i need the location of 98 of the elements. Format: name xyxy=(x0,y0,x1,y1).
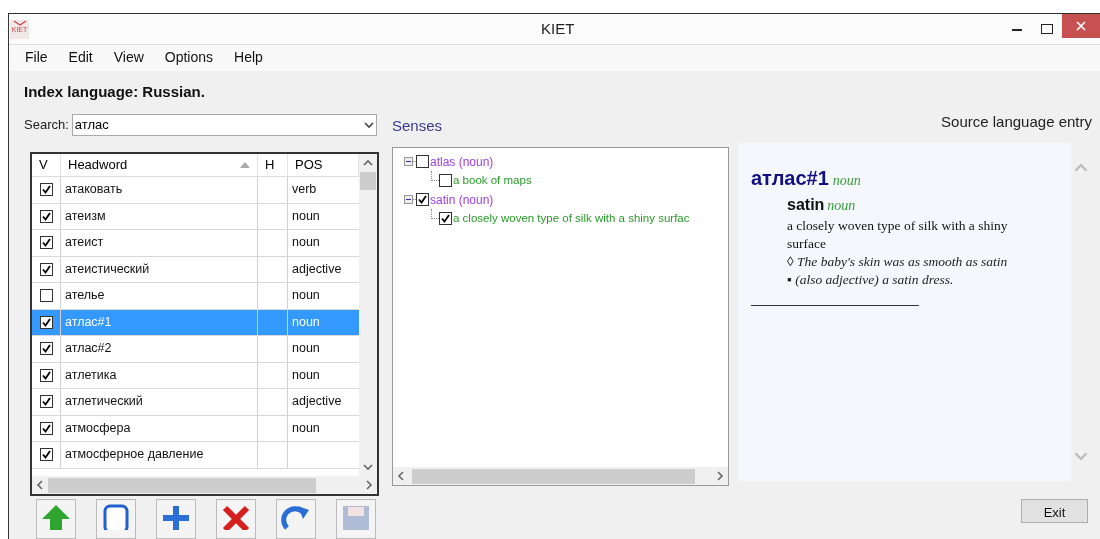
menu-item[interactable]: Help xyxy=(234,47,263,69)
scroll-up-icon[interactable] xyxy=(363,158,373,168)
toolbar-button[interactable] xyxy=(216,499,256,539)
menu-item[interactable]: View xyxy=(113,47,144,69)
checkbox[interactable] xyxy=(416,193,429,206)
checkbox[interactable] xyxy=(39,448,53,462)
column-header[interactable]: Headword xyxy=(61,154,258,176)
checkbox[interactable] xyxy=(39,368,53,382)
scroll-left-icon[interactable] xyxy=(35,480,45,490)
part-of-speech: noun xyxy=(827,197,856,215)
grid-row[interactable]: атлас#2 noun xyxy=(32,336,359,363)
checkbox[interactable] xyxy=(439,174,452,187)
source-entry-label: Source language entry xyxy=(941,111,1092,132)
senses-label: Senses xyxy=(392,115,444,136)
collapse-toggle-icon[interactable] xyxy=(404,195,413,204)
checkbox[interactable] xyxy=(39,209,53,223)
checkbox[interactable] xyxy=(439,212,452,225)
tree-item[interactable]: a closely woven type of silk with a shiny surfac xyxy=(453,209,690,228)
sort-arrow-icon xyxy=(240,162,250,168)
scroll-thumb[interactable] xyxy=(360,172,376,190)
example-text: ◊ The baby's skin was as smooth as satin ▪ (also adjective) a satin dress. xyxy=(787,253,1009,289)
grid-row[interactable]: атеизм noun xyxy=(32,203,359,230)
search-field[interactable]: атлас xyxy=(71,114,377,136)
table-cell-text: noun xyxy=(292,313,320,331)
window-title: KIET xyxy=(541,18,575,39)
grid-row[interactable]: атлетический adjective xyxy=(32,389,359,416)
maximize-icon xyxy=(1041,24,1053,35)
dropdown-caret-icon[interactable] xyxy=(363,120,374,130)
table-cell-text: noun xyxy=(292,207,320,225)
definition-text: a closely woven type of silk with a shiny surface xyxy=(787,217,1009,253)
tree-item[interactable]: atlas (noun) xyxy=(430,152,494,171)
checkbox[interactable] xyxy=(39,421,53,435)
collapse-toggle-icon[interactable] xyxy=(404,157,413,166)
checkbox[interactable] xyxy=(39,236,53,250)
cross-icon xyxy=(221,504,251,530)
table-cell-text: adjective xyxy=(292,260,342,278)
close-icon xyxy=(1076,21,1086,31)
table-cell-text: атаковать xyxy=(65,181,123,199)
checkbox[interactable] xyxy=(39,183,53,197)
scroll-right-icon[interactable] xyxy=(364,480,374,490)
minimize-icon xyxy=(1012,27,1022,31)
horizontal-scrollbar[interactable] xyxy=(393,467,728,485)
redo-icon xyxy=(281,504,311,530)
table-cell-text: атеистический xyxy=(65,260,150,278)
table-cell-text: атеизм xyxy=(65,207,106,225)
table-cell-text: noun xyxy=(292,234,320,252)
grid-row[interactable]: ателье noun xyxy=(32,283,359,310)
tree-item[interactable]: satin (noun) xyxy=(430,190,494,209)
table-cell-text: атлетика xyxy=(65,366,117,384)
grid-row[interactable]: атлетика noun xyxy=(32,362,359,389)
scroll-thumb[interactable] xyxy=(412,468,695,484)
checkbox[interactable] xyxy=(39,342,53,356)
scroll-left-icon[interactable] xyxy=(396,471,406,481)
entry-headword: атлас#1 xyxy=(751,166,829,191)
table-cell-text: атмосферное давление xyxy=(65,446,204,464)
sense-word: satin xyxy=(787,195,825,215)
part-of-speech: noun xyxy=(832,172,861,190)
index-language-label: Index language: Russian. xyxy=(24,81,206,102)
table-cell-text: verb xyxy=(292,181,317,199)
grid-row[interactable]: атеист noun xyxy=(32,230,359,257)
grid-row[interactable]: атмосферное давление xyxy=(32,442,359,469)
page-icon xyxy=(101,504,131,530)
column-header[interactable]: H xyxy=(258,154,288,176)
exit-button[interactable]: Exit xyxy=(1021,499,1088,523)
table-cell-text: noun xyxy=(292,419,320,437)
menu-item[interactable]: Edit xyxy=(68,47,93,69)
scroll-right-icon[interactable] xyxy=(715,471,725,481)
tree-item[interactable]: a book of maps xyxy=(453,171,532,190)
grid-row[interactable]: атеистический adjective xyxy=(32,256,359,283)
table-cell-text: атлетический xyxy=(65,393,143,411)
checkbox[interactable] xyxy=(39,315,53,329)
column-header[interactable]: V xyxy=(32,154,61,176)
grid-row[interactable]: атмосфера noun xyxy=(32,415,359,442)
table-cell-text: noun xyxy=(292,340,320,358)
table-cell-text: атеист xyxy=(65,234,104,252)
up-arrow-icon xyxy=(41,504,71,530)
toolbar-button[interactable] xyxy=(96,499,136,539)
search-label: Search: xyxy=(24,116,69,135)
table-cell-text: атлас#2 xyxy=(65,340,112,358)
table-cell-text: атлас#1 xyxy=(65,313,112,331)
table-cell-text: noun xyxy=(292,287,320,305)
menu-item[interactable]: Options xyxy=(164,47,214,69)
toolbar-button[interactable] xyxy=(156,499,196,539)
table-cell-text: noun xyxy=(292,366,320,384)
checkbox[interactable] xyxy=(39,395,53,409)
toolbar-button[interactable] xyxy=(276,499,316,539)
table-cell-text: adjective xyxy=(292,393,342,411)
scroll-thumb[interactable] xyxy=(48,477,316,493)
checkbox[interactable] xyxy=(39,262,53,276)
scroll-down-icon[interactable] xyxy=(363,462,373,472)
table-cell-text: атмосфера xyxy=(65,419,131,437)
grid-row[interactable]: атаковать verb xyxy=(32,177,359,204)
table-cell-text: ателье xyxy=(65,287,105,305)
menu-item[interactable]: File xyxy=(25,47,48,69)
toolbar-button[interactable] xyxy=(36,499,76,539)
checkbox[interactable] xyxy=(416,155,429,168)
plus-icon xyxy=(161,504,191,530)
checkbox[interactable] xyxy=(39,289,53,303)
